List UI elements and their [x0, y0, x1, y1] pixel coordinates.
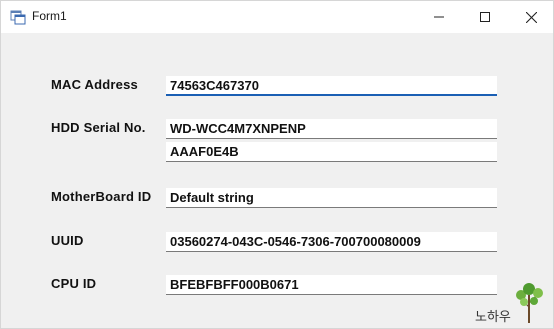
minimize-icon: [434, 16, 444, 18]
cpu-id-value: BFEBFBFF000B0671: [170, 277, 299, 292]
mac-address-value: 74563C467370: [170, 78, 259, 93]
hdd-serial-value: WD-WCC4M7XNPENP: [170, 121, 306, 136]
form1-window: Form1 MAC Address 74563C467370 HDD Seria…: [0, 0, 554, 329]
hdd-serial-label: HDD Serial No.: [51, 120, 146, 135]
uuid-label: UUID: [51, 233, 84, 248]
window-title: Form1: [32, 9, 67, 23]
maximize-button[interactable]: [462, 1, 508, 33]
cpu-id-label: CPU ID: [51, 276, 97, 291]
cpu-id-field[interactable]: BFEBFBFF000B0671: [166, 275, 497, 295]
mac-address-label: MAC Address: [51, 77, 138, 92]
title-bar[interactable]: Form1: [1, 1, 553, 33]
watermark-logo: 노하우: [475, 283, 543, 325]
uuid-value: 03560274-043C-0546-7306-700700080009: [170, 234, 421, 249]
watermark-text: 노하우: [475, 310, 511, 325]
uuid-field[interactable]: 03560274-043C-0546-7306-700700080009: [166, 232, 497, 252]
motherboard-id-value: Default string: [170, 190, 254, 205]
close-icon: [525, 11, 537, 23]
minimize-button[interactable]: [416, 1, 462, 33]
hdd-serial-field[interactable]: WD-WCC4M7XNPENP: [166, 119, 497, 139]
mac-address-field[interactable]: 74563C467370: [166, 76, 497, 96]
hdd-serial-field-2[interactable]: AAAF0E4B: [166, 142, 497, 162]
close-button[interactable]: [508, 1, 554, 33]
app-icon: [10, 10, 26, 25]
motherboard-id-field[interactable]: Default string: [166, 188, 497, 208]
motherboard-id-label: MotherBoard ID: [51, 189, 152, 204]
maximize-icon: [480, 12, 490, 22]
hdd-serial-value-2: AAAF0E4B: [170, 144, 239, 159]
